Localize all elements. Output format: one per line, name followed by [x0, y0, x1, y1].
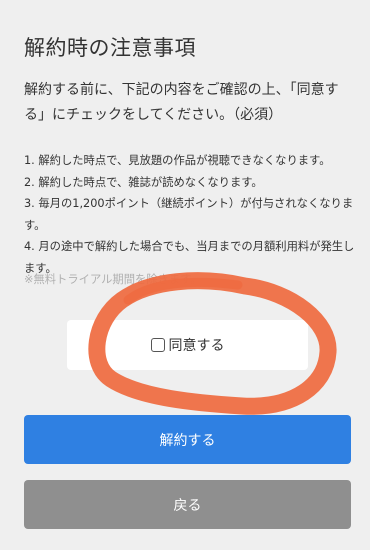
intro-text: 解約する前に、下記の内容をご確認の上、「同意する」にチェックをしてください。（必…: [24, 82, 339, 123]
agree-checkbox-container[interactable]: 同意する: [67, 320, 308, 370]
back-button[interactable]: 戻る: [24, 480, 351, 529]
cancel-subscription-button[interactable]: 解約する: [24, 415, 351, 464]
note-item: 2. 解約した時点で、雑誌が読めなくなります。: [24, 175, 263, 189]
page-title: 解約時の注意事項: [24, 36, 196, 60]
agree-checkbox[interactable]: [150, 338, 165, 352]
note-item: 1. 解約した時点で、見放題の作品が視聴できなくなります。: [24, 154, 331, 167]
trial-remark: ※無料トライアル期間を除きます。: [24, 273, 202, 286]
agree-label: 同意する: [168, 338, 225, 354]
notes-list: 1. 解約した時点で、見放題の作品が視聴できなくなります。 2. 解約した時点で…: [24, 150, 356, 279]
note-item: 3. 毎月の1,200ポイント（継続ポイント）が付与されなくなります。: [24, 197, 354, 232]
